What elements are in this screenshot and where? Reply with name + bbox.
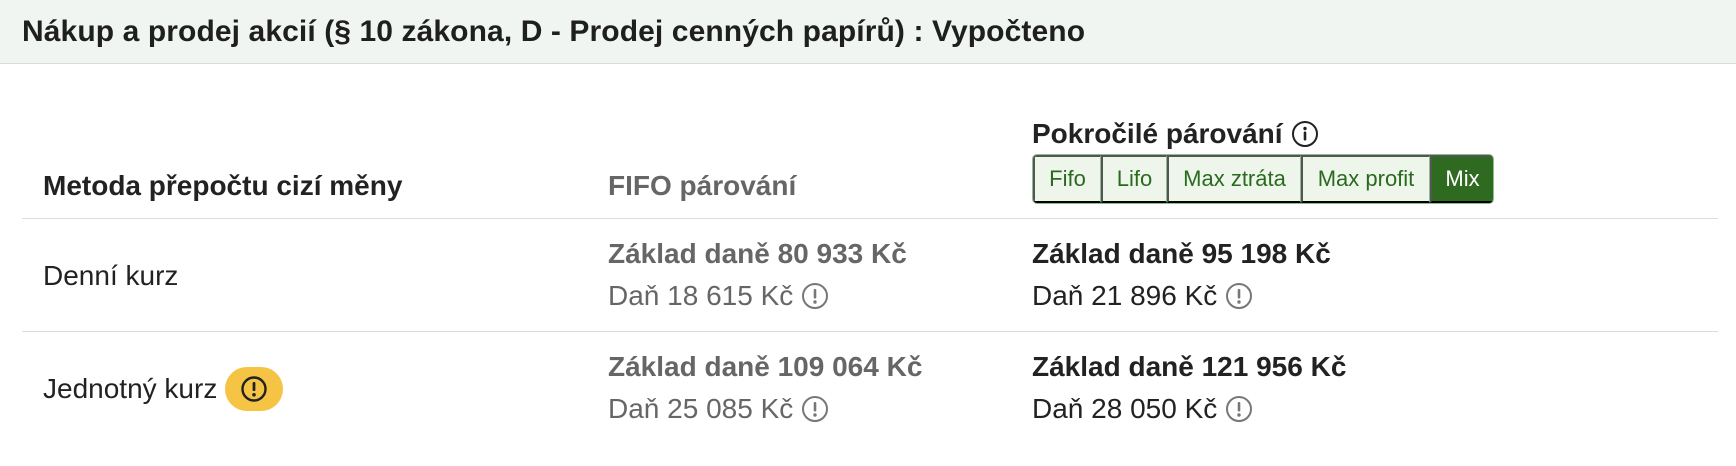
- tax-results-table: Metoda přepočtu cizí měny FIFO párování …: [22, 64, 1718, 445]
- pairing-max-loss-button[interactable]: Max ztráta: [1167, 155, 1301, 203]
- advanced-pairing-label: Pokročilé párování: [1032, 118, 1283, 149]
- exclamation-circle-icon[interactable]: [801, 395, 829, 423]
- column-header-fifo: FIFO párování: [608, 170, 797, 201]
- fifo-result-cell: Základ daně 80 933 Kč Daň 18 615 Kč: [608, 237, 907, 313]
- fifo-result-cell: Základ daně 109 064 Kč Daň 25 085 Kč: [608, 350, 922, 426]
- table-row: Denní kurz Základ daně 80 933 Kč Daň 18 …: [22, 219, 1718, 332]
- pairing-max-profit-button[interactable]: Max profit: [1301, 155, 1430, 203]
- warning-icon[interactable]: [225, 366, 284, 411]
- advanced-result-cell: Základ daně 121 956 Kč Daň 28 050 Kč: [1032, 350, 1346, 426]
- exclamation-circle-icon[interactable]: [1225, 395, 1253, 423]
- advanced-tax-base: Základ daně 95 198 Kč: [1032, 238, 1331, 269]
- exclamation-circle-icon[interactable]: [1225, 282, 1253, 310]
- advanced-tax-value: Daň 28 050 Kč: [1032, 393, 1218, 424]
- advanced-tax: Daň 21 896 Kč: [1032, 279, 1331, 313]
- fifo-tax-value: Daň 18 615 Kč: [608, 280, 794, 311]
- row-label-text: Denní kurz: [43, 259, 179, 291]
- fifo-tax: Daň 25 085 Kč: [608, 392, 922, 426]
- advanced-result-cell: Základ daně 95 198 Kč Daň 21 896 Kč: [1032, 237, 1331, 313]
- table-header: Metoda přepočtu cizí měny FIFO párování …: [22, 64, 1718, 219]
- advanced-tax-value: Daň 21 896 Kč: [1032, 280, 1218, 311]
- fifo-tax-base: Základ daně 109 064 Kč: [608, 351, 923, 382]
- column-header-method: Metoda přepočtu cizí měny: [43, 170, 403, 201]
- pairing-method-selector: Fifo Lifo Max ztráta Max profit Mix: [1032, 154, 1494, 204]
- row-label-daily-rate: Denní kurz: [43, 219, 178, 332]
- info-icon[interactable]: [1291, 120, 1319, 148]
- fifo-tax-value: Daň 25 085 Kč: [608, 393, 794, 424]
- pairing-fifo-button[interactable]: Fifo: [1033, 155, 1101, 203]
- row-label-text: Jednotný kurz: [43, 372, 218, 404]
- advanced-tax-base: Základ daně 121 956 Kč: [1032, 351, 1347, 382]
- row-label-uniform-rate: Jednotný kurz: [43, 332, 284, 445]
- pairing-mix-button[interactable]: Mix: [1430, 155, 1493, 203]
- fifo-tax: Daň 18 615 Kč: [608, 279, 907, 313]
- page-header: Nákup a prodej akcií (§ 10 zákona, D - P…: [0, 0, 1736, 64]
- page-title: Nákup a prodej akcií (§ 10 zákona, D - P…: [22, 14, 1086, 48]
- pairing-lifo-button[interactable]: Lifo: [1101, 155, 1167, 203]
- fifo-tax-base: Základ daně 80 933 Kč: [608, 238, 907, 269]
- exclamation-circle-icon[interactable]: [801, 282, 829, 310]
- advanced-tax: Daň 28 050 Kč: [1032, 392, 1346, 426]
- column-header-advanced: Pokročilé párování: [1032, 118, 1319, 150]
- table-row: Jednotný kurz Základ daně 109 064 Kč Daň…: [22, 332, 1718, 445]
